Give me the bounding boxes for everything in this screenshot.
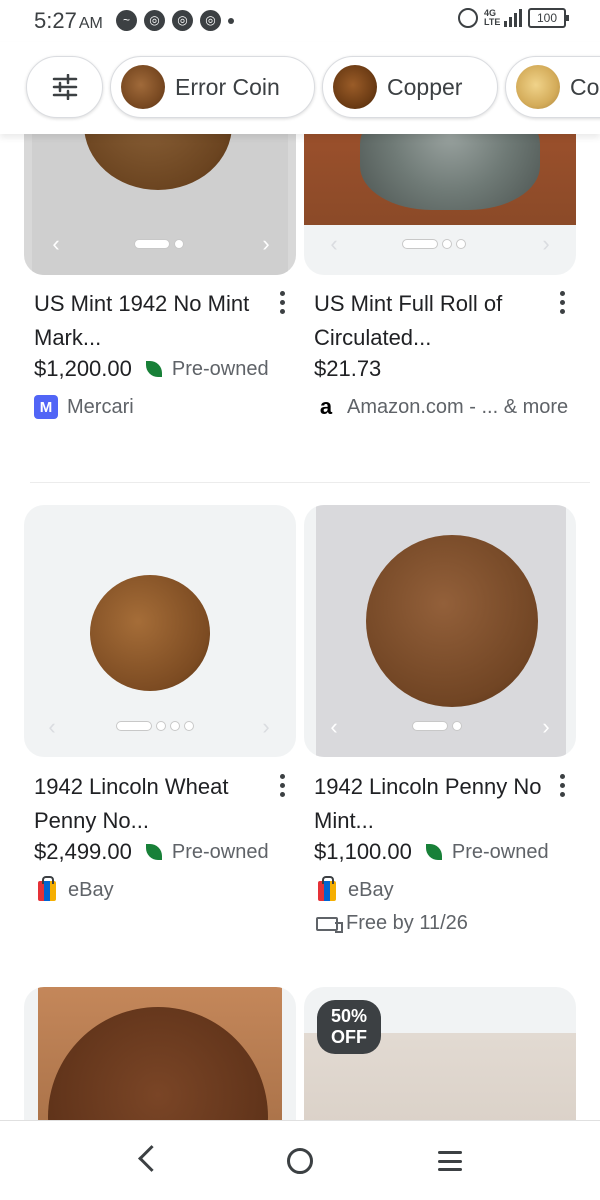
product-photo xyxy=(316,505,566,757)
coin-thumbnail xyxy=(121,65,165,109)
carousel-next-button[interactable]: › xyxy=(254,232,278,256)
network-type-icon: 4G LTE xyxy=(484,8,501,27)
status-bar: 5:27 AM ~ ◎ ◎ ◎ 4G LTE 100 xyxy=(0,0,600,42)
carousel-dot xyxy=(116,721,152,731)
system-nav-bar xyxy=(0,1120,600,1200)
carousel-dot xyxy=(156,721,166,731)
mercari-icon: M xyxy=(34,395,58,419)
chip-label: Co xyxy=(570,73,600,100)
row-divider xyxy=(30,482,590,483)
seller-row[interactable]: a Amazon.com - ... & more xyxy=(314,394,569,419)
leaf-icon xyxy=(145,844,162,860)
carousel-dot xyxy=(402,239,438,249)
back-icon[interactable] xyxy=(136,1143,164,1179)
carousel-dot xyxy=(456,239,466,249)
more-options-icon[interactable] xyxy=(552,287,572,317)
leaf-icon xyxy=(145,361,162,377)
discount-badge: 50% OFF xyxy=(317,1000,382,1054)
product-condition: Pre-owned xyxy=(171,840,269,863)
signal-icon xyxy=(504,9,522,27)
carousel-dot xyxy=(134,239,170,249)
carousel-dot xyxy=(170,721,180,731)
seller-row[interactable]: eBay xyxy=(318,875,394,902)
carousel-dot xyxy=(412,721,448,731)
product-price: $1,100.00 xyxy=(314,839,412,864)
more-notifications-icon xyxy=(228,17,234,24)
chrome-icon: ◎ xyxy=(200,10,221,31)
amazon-icon: a xyxy=(319,394,333,419)
carousel-dot xyxy=(184,721,194,731)
filter-sliders-icon xyxy=(52,74,77,100)
truck-icon xyxy=(316,916,343,933)
chip-label: Copper xyxy=(387,73,463,100)
shipping-info: Free by 11/26 xyxy=(346,912,468,934)
battery-icon: 100 xyxy=(528,8,569,28)
status-time-value: 5:27 xyxy=(34,8,77,33)
leaf-icon xyxy=(425,844,442,860)
more-options-icon[interactable] xyxy=(272,287,292,317)
chip-copper[interactable]: Copper xyxy=(322,56,498,118)
product-title[interactable]: 1942 Lincoln Wheat Penny No... xyxy=(34,770,264,838)
carousel-dots xyxy=(116,721,194,731)
carousel-prev-button[interactable]: ‹ xyxy=(322,715,346,739)
chrome-icon: ◎ xyxy=(144,10,165,31)
product-image[interactable]: ‹ › xyxy=(304,505,576,757)
status-time: 5:27 AM xyxy=(34,8,103,34)
seller-name: eBay xyxy=(348,879,394,901)
status-time-ampm: AM xyxy=(78,15,103,32)
home-icon[interactable] xyxy=(287,1148,313,1174)
product-photo xyxy=(90,575,210,691)
product-price: $21.73 xyxy=(314,356,382,381)
more-options-icon[interactable] xyxy=(552,770,572,800)
product-price: $2,499.00 xyxy=(34,839,132,864)
chip-label: Error Coin xyxy=(175,73,280,100)
filter-button[interactable] xyxy=(26,56,103,118)
product-condition: Pre-owned xyxy=(451,840,549,863)
chip-error-coin[interactable]: Error Coin xyxy=(110,56,315,118)
product-title[interactable]: US Mint Full Roll of Circulated... xyxy=(314,287,544,355)
shopping-bag-icon xyxy=(318,875,336,901)
filter-chip-bar: Error Coin Copper Co xyxy=(0,42,600,134)
system-icons: 4G LTE 100 xyxy=(458,8,569,28)
chip-more[interactable]: Co xyxy=(505,56,600,118)
shopping-bag-icon xyxy=(38,875,56,901)
alarm-icon xyxy=(458,8,478,28)
product-price: $1,200.00 xyxy=(34,356,132,381)
price-row: $2,499.00 Pre-owned xyxy=(34,839,269,865)
product-title[interactable]: US Mint 1942 No Mint Mark... xyxy=(34,287,264,355)
seller-row[interactable]: eBay xyxy=(38,875,114,902)
price-row: $21.73 xyxy=(314,356,381,382)
shipping-row: Free by 11/26 xyxy=(316,912,468,935)
menu-icon[interactable] xyxy=(438,1151,462,1171)
product-title[interactable]: 1942 Lincoln Penny No Mint... xyxy=(314,770,544,838)
carousel-dot xyxy=(174,239,184,249)
coin-thumbnail xyxy=(516,65,560,109)
messenger-icon: ~ xyxy=(116,10,137,31)
notification-icons: ~ ◎ ◎ ◎ xyxy=(116,10,234,31)
carousel-next-button[interactable]: › xyxy=(534,715,558,739)
carousel-dot xyxy=(452,721,462,731)
carousel-dots xyxy=(402,239,466,249)
carousel-dots xyxy=(412,721,462,731)
price-row: $1,200.00 Pre-owned xyxy=(34,356,269,382)
carousel-prev-button[interactable]: ‹ xyxy=(40,715,64,739)
seller-name: Mercari xyxy=(67,395,134,418)
carousel-next-button[interactable]: › xyxy=(534,232,558,256)
seller-name: Amazon.com - ... & more xyxy=(347,395,569,418)
carousel-prev-button[interactable]: ‹ xyxy=(44,232,68,256)
seller-row[interactable]: M Mercari xyxy=(34,395,134,419)
carousel-dots xyxy=(134,239,184,249)
more-options-icon[interactable] xyxy=(272,770,292,800)
seller-name: eBay xyxy=(68,879,114,901)
carousel-prev-button[interactable]: ‹ xyxy=(322,232,346,256)
carousel-next-button[interactable]: › xyxy=(254,715,278,739)
product-condition: Pre-owned xyxy=(171,357,269,380)
price-row: $1,100.00 Pre-owned xyxy=(314,839,549,865)
coin-thumbnail xyxy=(333,65,377,109)
carousel-dot xyxy=(442,239,452,249)
chrome-icon: ◎ xyxy=(172,10,193,31)
product-image[interactable]: ‹ › xyxy=(24,505,296,757)
